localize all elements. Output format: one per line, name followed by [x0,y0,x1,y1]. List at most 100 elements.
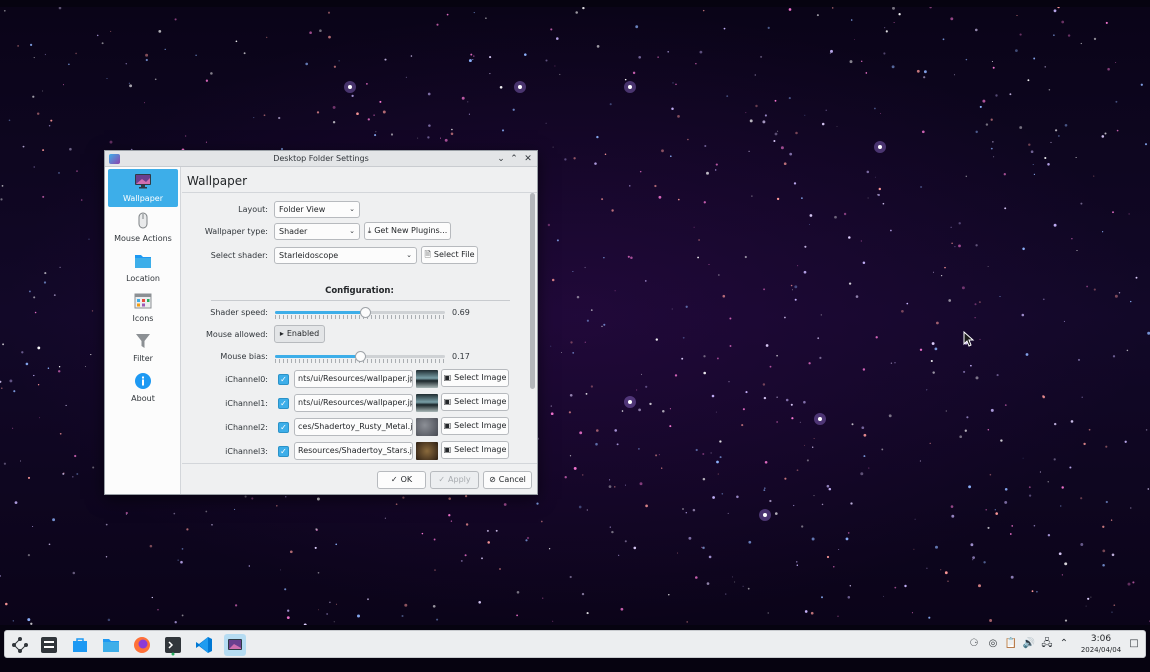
mouse-bias-value: 0.17 [452,352,470,361]
page-title: Wallpaper [187,174,248,188]
layout-label: Layout: [238,205,268,214]
apply-button[interactable]: ✓ Apply [430,471,479,489]
title-bar[interactable]: Desktop Folder Settings ⌄ ⌃ ✕ [105,151,537,167]
sidebar-item-about[interactable]: About [108,369,178,407]
shader-speed-slider[interactable] [275,306,445,320]
firefox-icon[interactable] [131,634,153,656]
minimize-button[interactable]: ⌄ [495,153,507,165]
ichannel1-label: iChannel1: [225,399,268,408]
ok-button[interactable]: ✓ OK [377,471,426,489]
network-icon[interactable]: 🖧 [1040,637,1054,651]
maximize-button[interactable]: ⌃ [508,153,520,165]
sidebar-item-label: Mouse Actions [114,234,172,243]
ichannel3-label: iChannel3: [225,447,268,456]
ichannel0-path-field[interactable]: nts/ui/Resources/wallpaper.jpg [294,370,413,388]
ichannel0-thumbnail [416,370,438,388]
download-icon: ⤓ [367,226,372,235]
ichannel2-path-field[interactable]: ces/Shadertoy_Rusty_Metal.jpg [294,418,413,436]
clock-time: 3:06 [1090,634,1112,644]
ichannel0-checkbox[interactable]: ✓ [278,374,289,385]
icons-grid-icon [134,293,152,309]
ichannel2-checkbox[interactable]: ✓ [278,422,289,433]
application-launcher-icon[interactable] [9,634,31,656]
folder-icon [135,255,151,268]
desktop-settings-icon [228,639,242,650]
close-button[interactable]: ✕ [522,153,534,165]
wallpaper-type-value: Shader [279,227,308,236]
ichannel3-checkbox[interactable]: ✓ [278,446,289,457]
sidebar-item-icons[interactable]: Icons [108,289,178,327]
ichannel3-path-field[interactable]: Resources/Shadertoy_Stars.jpg [294,442,413,460]
shader-select[interactable]: Starleidoscope ⌄ [274,247,417,264]
desktop-settings-task-active[interactable] [224,634,246,656]
wallpaper-type-select[interactable]: Shader ⌄ [274,223,360,240]
settings-sidebar: Wallpaper Mouse Actions Location Icons F… [105,167,181,494]
chevron-down-icon: ⌄ [406,251,412,259]
monitor-icon [135,174,151,189]
ichannel1-checkbox[interactable]: ✓ [278,398,289,409]
mouse-allowed-label: Mouse allowed: [206,330,268,339]
play-icon: ▸ [279,329,284,338]
clipboard-icon[interactable]: 📋 [1004,637,1018,651]
select-shader-label: Select shader: [210,251,268,260]
show-desktop-icon[interactable]: □ [1127,637,1141,651]
select-image-label: Select Image [454,397,507,406]
mouse-allowed-label-text: Enabled [286,329,320,338]
file-manager-icon[interactable] [100,634,122,656]
ichannel1-path-field[interactable]: nts/ui/Resources/wallpaper.jpg [294,394,413,412]
sidebar-item-filter[interactable]: Filter [108,329,178,367]
select-file-button[interactable]: 🗎 Select File [421,246,478,264]
volume-icon[interactable]: 🔊 [1022,637,1036,651]
plasma-vault-icon[interactable]: ⚆ [967,637,981,651]
title-divider [182,192,537,193]
select-file-label: Select File [433,250,475,259]
check-icon: ✓ [438,475,446,484]
chevron-down-icon: ⌄ [349,227,355,235]
terminal-icon[interactable] [162,634,184,656]
ok-label: OK [400,475,413,484]
sidebar-item-wallpaper[interactable]: Wallpaper [108,169,178,207]
shader-value: Starleidoscope [279,251,339,260]
image-icon: ▣ [443,373,452,382]
ichannel2-thumbnail [416,418,438,436]
system-settings-icon[interactable] [38,634,60,656]
configuration-title: Configuration: [325,286,394,296]
ichannel3-thumbnail [416,442,438,460]
cancel-button[interactable]: ⊘ Cancel [483,471,532,489]
digital-clock[interactable]: 3:06 2024/04/04 [1069,634,1133,655]
discover-store-icon[interactable] [69,634,91,656]
ichannel0-select-image-button[interactable]: ▣ Select Image [441,369,509,387]
footer-divider [182,463,537,464]
window-title: Desktop Folder Settings [273,154,369,163]
sidebar-item-mouse-actions[interactable]: Mouse Actions [108,209,178,247]
sidebar-item-label: Wallpaper [122,194,163,203]
ichannel1-select-image-button[interactable]: ▣ Select Image [441,393,509,411]
get-new-plugins-button[interactable]: ⤓ Get New Plugins... [364,222,451,240]
configuration-divider [211,300,510,301]
ichannel3-select-image-button[interactable]: ▣ Select Image [441,441,509,459]
content-scrollbar[interactable] [530,193,535,389]
clock-date: 2024/04/04 [1080,646,1122,654]
image-icon: ▣ [443,421,452,430]
sidebar-item-label: Icons [132,314,154,323]
cancel-icon: ⊘ [489,475,496,484]
mouse-bias-label: Mouse bias: [220,352,268,361]
layout-select[interactable]: Folder View ⌄ [274,201,360,218]
ichannel1-thumbnail [416,394,438,412]
slider-fill [275,311,366,314]
slider-handle[interactable] [355,351,366,362]
sidebar-item-location[interactable]: Location [108,249,178,287]
image-icon: ▣ [443,397,452,406]
wallpaper-page: Wallpaper Layout: Folder View ⌄ Wallpape… [182,167,537,463]
file-icon: 🗎 [424,250,431,259]
get-new-plugins-label: Get New Plugins... [374,226,448,235]
chevron-down-icon: ⌄ [349,205,355,213]
mouse-allowed-toggle[interactable]: ▸ Enabled [274,325,325,343]
ichannel2-select-image-button[interactable]: ▣ Select Image [441,417,509,435]
kde-connect-icon[interactable]: ◎ [986,637,1000,651]
ichannel0-label: iChannel0: [225,375,268,384]
info-icon [135,373,151,389]
mouse-bias-slider[interactable] [275,350,445,364]
vscode-icon[interactable] [193,634,215,656]
layout-value: Folder View [279,205,326,214]
